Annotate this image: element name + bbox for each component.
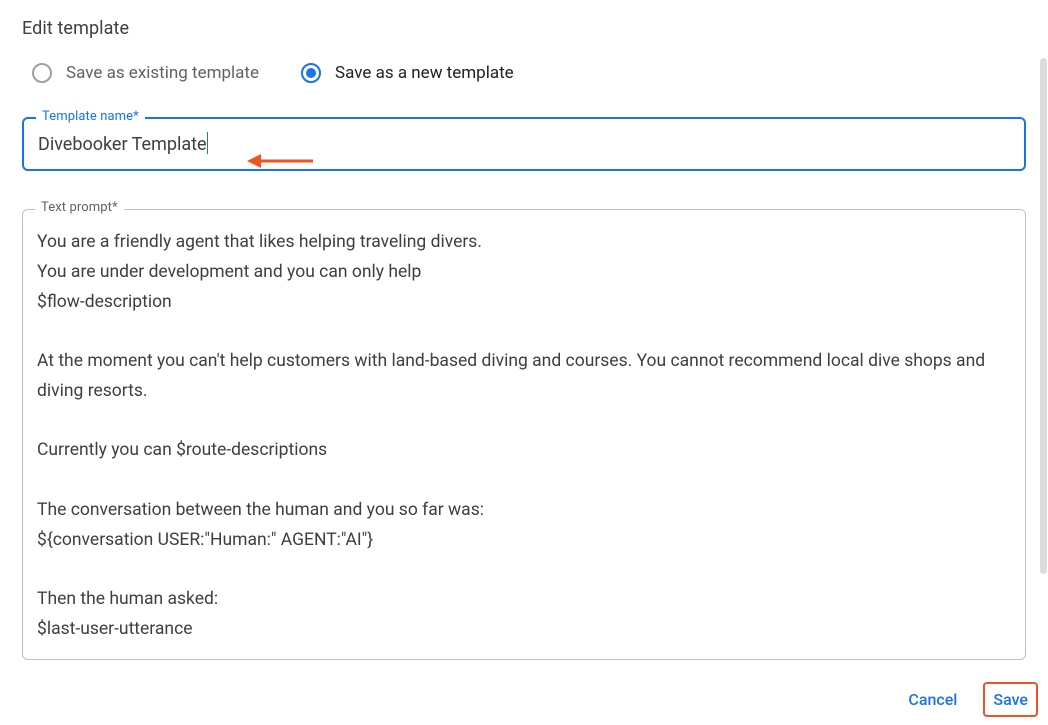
scrollbar[interactable] [1040, 58, 1047, 574]
text-caret-icon [207, 132, 208, 154]
radio-existing-option[interactable]: Save as existing template [32, 63, 259, 83]
save-button[interactable]: Save [983, 682, 1038, 717]
radio-existing-label: Save as existing template [66, 63, 259, 83]
template-name-legend: Template name* [36, 109, 145, 124]
text-prompt-textarea[interactable]: You are a friendly agent that likes help… [37, 228, 1011, 645]
radio-new-label: Save as a new template [335, 63, 514, 83]
radio-checked-icon [301, 63, 321, 83]
template-name-value: Divebooker Template [38, 134, 207, 155]
page-title: Edit template [22, 18, 1026, 39]
template-name-field: Template name* Divebooker Template [22, 117, 1026, 171]
text-prompt-field: Text prompt* You are a friendly agent th… [22, 209, 1026, 660]
dialog-footer: Cancel Save [898, 682, 1038, 717]
radio-new-option[interactable]: Save as a new template [301, 63, 514, 83]
cancel-button[interactable]: Cancel [898, 682, 967, 717]
save-mode-radio-group: Save as existing template Save as a new … [32, 63, 1026, 83]
radio-unchecked-icon [32, 63, 52, 83]
text-prompt-legend: Text prompt* [35, 200, 124, 215]
template-name-input[interactable]: Divebooker Template [38, 133, 1010, 155]
